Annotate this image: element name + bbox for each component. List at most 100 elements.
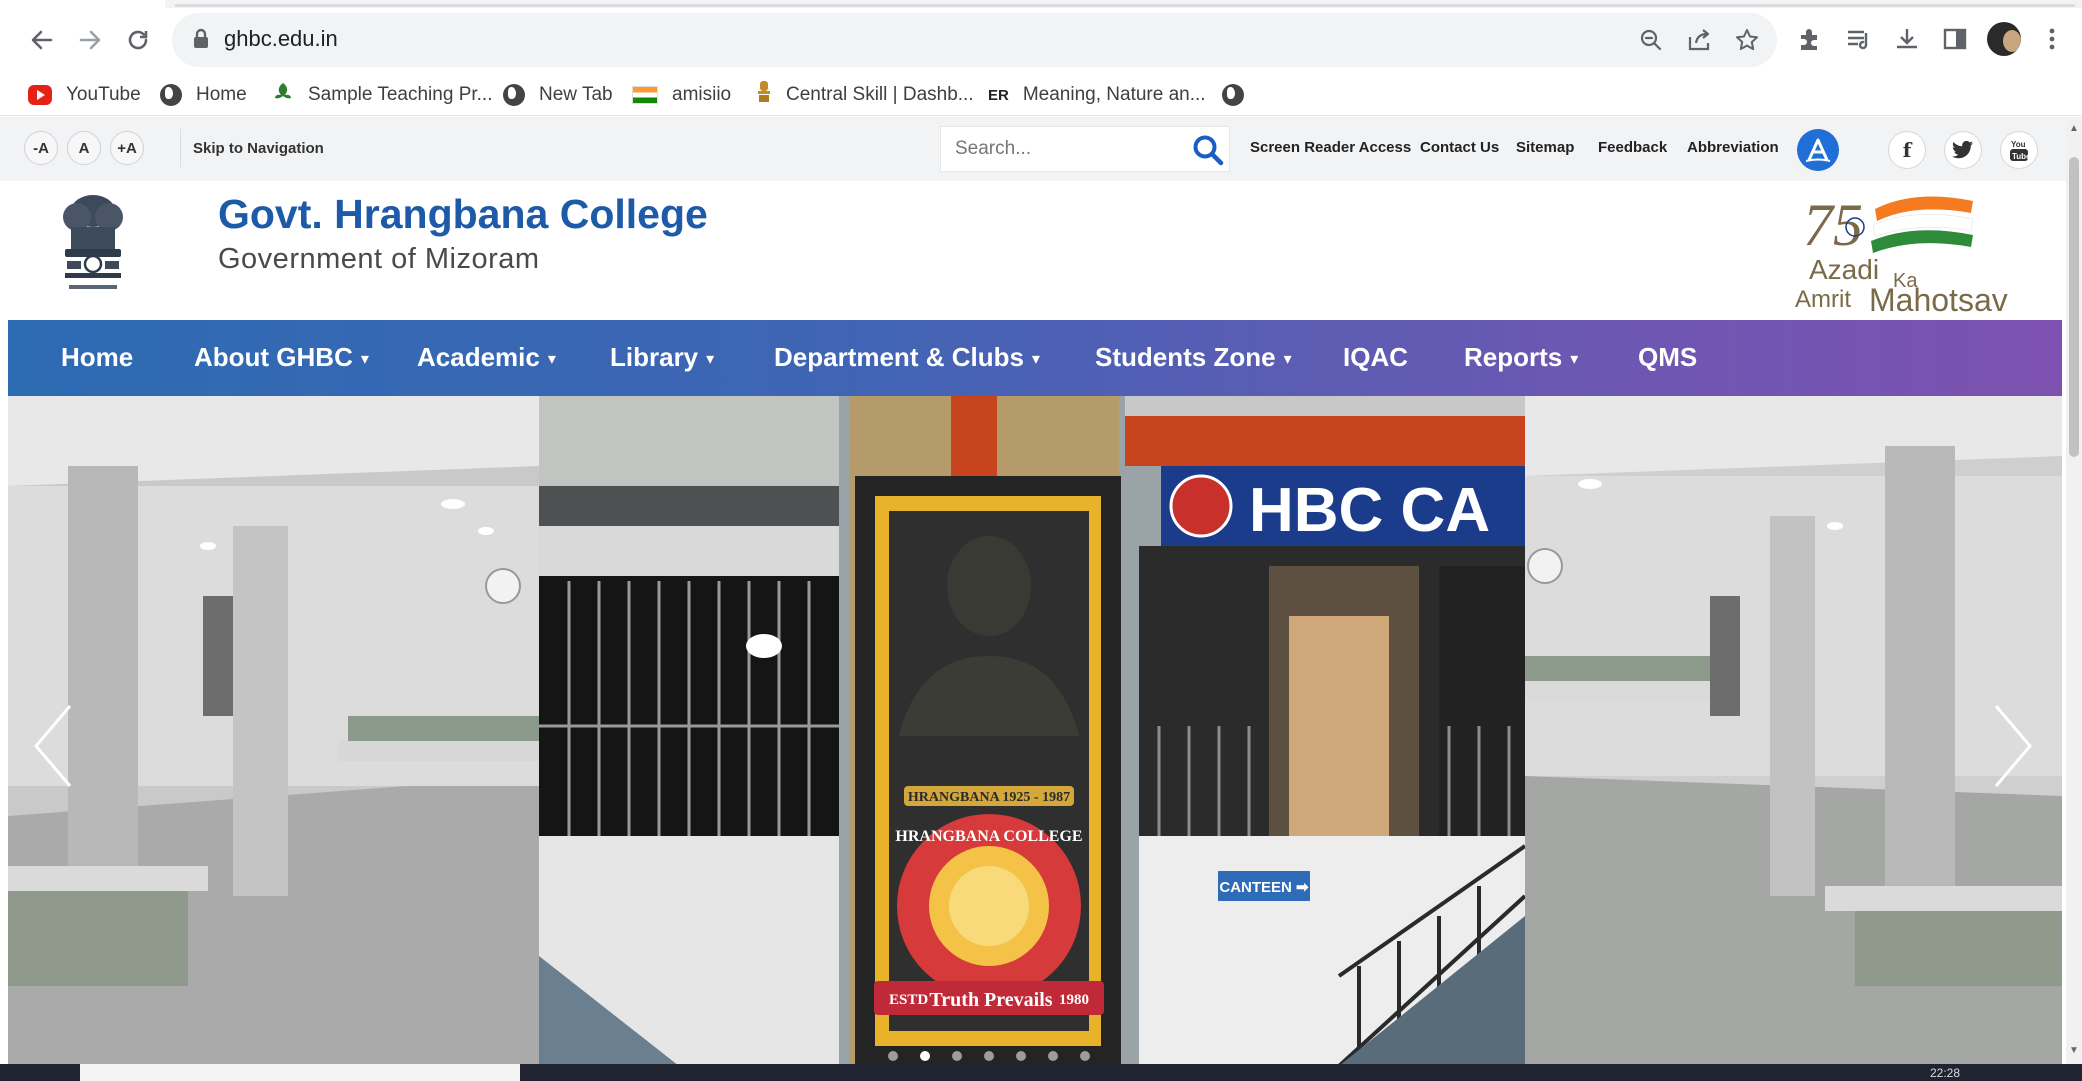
scroll-down-icon[interactable]: ▼ xyxy=(2069,1045,2079,1056)
download-icon[interactable] xyxy=(1893,25,1923,55)
national-emblem-logo[interactable] xyxy=(55,189,131,301)
bookmark-new-tab[interactable]: New Tab xyxy=(503,80,613,110)
nav-home[interactable]: Home xyxy=(61,342,133,373)
bookmark-globe[interactable] xyxy=(1222,80,1244,110)
nav-reports[interactable]: Reports ▾ xyxy=(1464,342,1578,373)
nav-label: Reports xyxy=(1464,342,1563,372)
caret-down-icon: ▾ xyxy=(706,351,715,369)
bookmark-central-skill[interactable]: Central Skill | Dashb... xyxy=(756,80,974,110)
svg-text:You: You xyxy=(2011,140,2026,149)
scroll-up-icon[interactable]: ▲ xyxy=(2069,123,2079,134)
seal-estd: ESTD xyxy=(889,992,928,1008)
search-icon[interactable] xyxy=(1191,133,1225,167)
main-navigation: Home About GHBC ▾ Academic ▾ Library ▾ Depa… xyxy=(8,320,2062,396)
search-input[interactable] xyxy=(955,136,1175,162)
site-header: Govt. Hrangbana College Government of Mi… xyxy=(0,181,2066,321)
nav-library[interactable]: Library ▾ xyxy=(610,342,714,373)
bookmark-amisiio[interactable]: amisiio xyxy=(632,80,731,110)
bookmark-label: Sample Teaching Pr... xyxy=(308,84,493,105)
browser-window: ghbc.edu.in YouTube Home Sample Teaching… xyxy=(0,0,2082,1081)
forward-icon[interactable] xyxy=(72,22,108,58)
taskbar-clock: 22:28 xyxy=(1930,1066,1961,1080)
nav-academic[interactable]: Academic ▾ xyxy=(417,342,556,373)
bookmark-meaning-nature[interactable]: ER Meaning, Nature an... xyxy=(988,80,1206,110)
portrait-plaque-slide: HRANGBANA 1925 - 1987 HRANGBANA COLLEGE … xyxy=(539,396,1525,1066)
nav-label: Students Zone xyxy=(1095,342,1276,372)
seal-motto: Truth Prevails xyxy=(929,989,1052,1011)
screen-reader-access-link[interactable]: Screen Reader Access xyxy=(1250,139,1411,156)
bookmark-label: Home xyxy=(196,84,247,105)
svg-text:Mahotsav: Mahotsav xyxy=(1869,282,2008,315)
nav-students-zone[interactable]: Students Zone ▾ xyxy=(1095,342,1292,373)
address-bar[interactable]: ghbc.edu.in xyxy=(172,13,1777,67)
facebook-icon[interactable]: f xyxy=(1888,131,1926,169)
bookmark-sample-teaching[interactable]: Sample Teaching Pr... xyxy=(272,80,492,110)
twitter-icon[interactable] xyxy=(1944,131,1982,169)
feedback-link[interactable]: Feedback xyxy=(1598,139,1667,156)
bookmark-label: Central Skill | Dashb... xyxy=(786,84,974,105)
share-icon[interactable] xyxy=(1686,27,1712,53)
bookmark-label: YouTube xyxy=(66,84,141,105)
leaf-icon xyxy=(272,81,294,109)
url-text[interactable]: ghbc.edu.in xyxy=(224,26,338,52)
extensions-icon[interactable] xyxy=(1795,25,1825,55)
accessibility-icon[interactable] xyxy=(1797,129,1839,171)
bookmarks-bar: YouTube Home Sample Teaching Pr... New T… xyxy=(0,74,2082,116)
carousel-dot[interactable] xyxy=(1016,1051,1026,1061)
caret-down-icon: ▾ xyxy=(1283,351,1292,369)
nav-label: Academic xyxy=(417,342,540,372)
bookmark-label: amisiio xyxy=(672,84,732,105)
contact-us-link[interactable]: Contact Us xyxy=(1420,139,1499,156)
sitemap-link[interactable]: Sitemap xyxy=(1516,139,1574,156)
svg-text:Amrit: Amrit xyxy=(1795,286,1851,313)
zoom-icon[interactable] xyxy=(1638,27,1664,53)
carousel-prev-arrow[interactable] xyxy=(28,696,88,796)
nav-label: QMS xyxy=(1638,342,1698,372)
bookmark-home[interactable]: Home xyxy=(160,80,247,110)
skip-to-navigation-link[interactable]: Skip to Navigation xyxy=(180,129,324,167)
lock-icon[interactable] xyxy=(192,28,210,55)
nav-qms[interactable]: QMS xyxy=(1638,342,1697,373)
font-normal-button[interactable]: A xyxy=(67,131,101,165)
page-scrollbar[interactable]: ▲ ▼ xyxy=(2066,117,2082,1064)
reload-icon[interactable] xyxy=(120,22,156,58)
carousel-dot[interactable] xyxy=(920,1051,930,1061)
back-icon[interactable] xyxy=(24,22,60,58)
bookmark-youtube[interactable]: YouTube xyxy=(28,80,141,110)
sidepanel-icon[interactable] xyxy=(1941,25,1971,55)
caret-down-icon: ▾ xyxy=(1570,351,1579,369)
carousel-dot[interactable] xyxy=(984,1051,994,1061)
font-increase-button[interactable]: +A xyxy=(110,131,144,165)
font-decrease-button[interactable]: -A xyxy=(24,131,58,165)
star-icon[interactable] xyxy=(1734,27,1760,53)
scrollbar-thumb[interactable] xyxy=(2069,157,2079,457)
site-search xyxy=(940,126,1230,172)
er-icon: ER xyxy=(988,86,1009,104)
nav-label: IQAC xyxy=(1343,342,1408,372)
caret-down-icon: ▾ xyxy=(1031,351,1040,369)
abbreviation-link[interactable]: Abbreviation xyxy=(1687,139,1779,156)
nav-iqac[interactable]: IQAC xyxy=(1343,342,1408,373)
carousel-dot[interactable] xyxy=(1048,1051,1058,1061)
menu-icon[interactable] xyxy=(2042,25,2072,55)
browser-toolbar: ghbc.edu.in xyxy=(0,0,2082,80)
carousel-dot[interactable] xyxy=(952,1051,962,1061)
media-icon[interactable] xyxy=(1844,25,1874,55)
globe-icon xyxy=(503,84,525,106)
nav-label: Home xyxy=(61,342,134,372)
carousel-dot[interactable] xyxy=(888,1051,898,1061)
globe-icon xyxy=(1222,84,1244,106)
nav-department-clubs[interactable]: Department & Clubs ▾ xyxy=(774,342,1040,373)
canteen-label: CANTEEN ➡ xyxy=(1219,879,1309,896)
svg-text:Azadi: Azadi xyxy=(1809,254,1879,285)
carousel-dot[interactable] xyxy=(1080,1051,1090,1061)
youtube-icon[interactable]: You Tube xyxy=(2000,131,2038,169)
profile-avatar[interactable] xyxy=(1987,22,2021,56)
nav-about-ghbc[interactable]: About GHBC ▾ xyxy=(194,342,369,373)
india-flag-icon xyxy=(632,86,658,104)
carousel-next-arrow[interactable] xyxy=(1988,696,2048,796)
site-title[interactable]: Govt. Hrangbana College xyxy=(218,191,708,238)
canteen-sign-text: HBC CA xyxy=(1249,476,1490,545)
azadi-ka-amrit-mahotsav-logo[interactable]: 75 Azadi Ka Amrit Mahotsav xyxy=(1795,187,2025,318)
hallway-slide-right xyxy=(1525,396,2062,1066)
